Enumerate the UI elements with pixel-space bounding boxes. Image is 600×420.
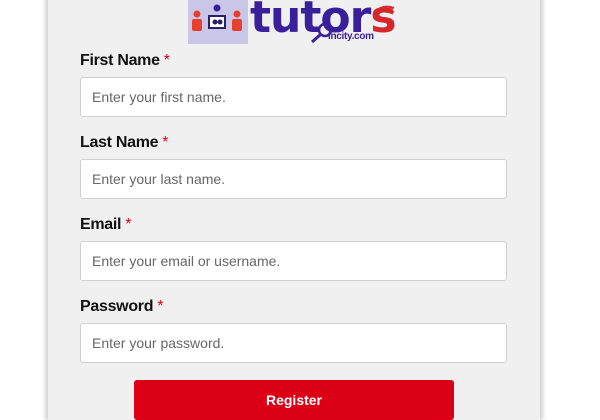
tutorsincity-logo: tutors incity.com (188, 0, 398, 44)
password-input[interactable] (80, 323, 507, 363)
email-label: Email * (80, 216, 131, 234)
last-name-label-text: Last Name (80, 134, 159, 151)
first-name-label-text: First Name (80, 52, 160, 69)
register-button[interactable]: Register (134, 380, 454, 420)
password-label: Password * (80, 298, 163, 316)
logo-subtext: incity.com (328, 31, 374, 42)
required-asterisk: * (157, 298, 164, 315)
password-label-text: Password (80, 298, 154, 315)
last-name-label: Last Name * (80, 134, 168, 152)
email-input[interactable] (80, 241, 507, 281)
required-asterisk: * (125, 216, 132, 233)
last-name-input[interactable] (80, 159, 507, 199)
email-label-text: Email (80, 216, 122, 233)
required-asterisk: * (163, 52, 170, 69)
first-name-label: First Name * (80, 52, 170, 70)
first-name-input[interactable] (80, 77, 507, 117)
required-asterisk: * (162, 134, 169, 151)
